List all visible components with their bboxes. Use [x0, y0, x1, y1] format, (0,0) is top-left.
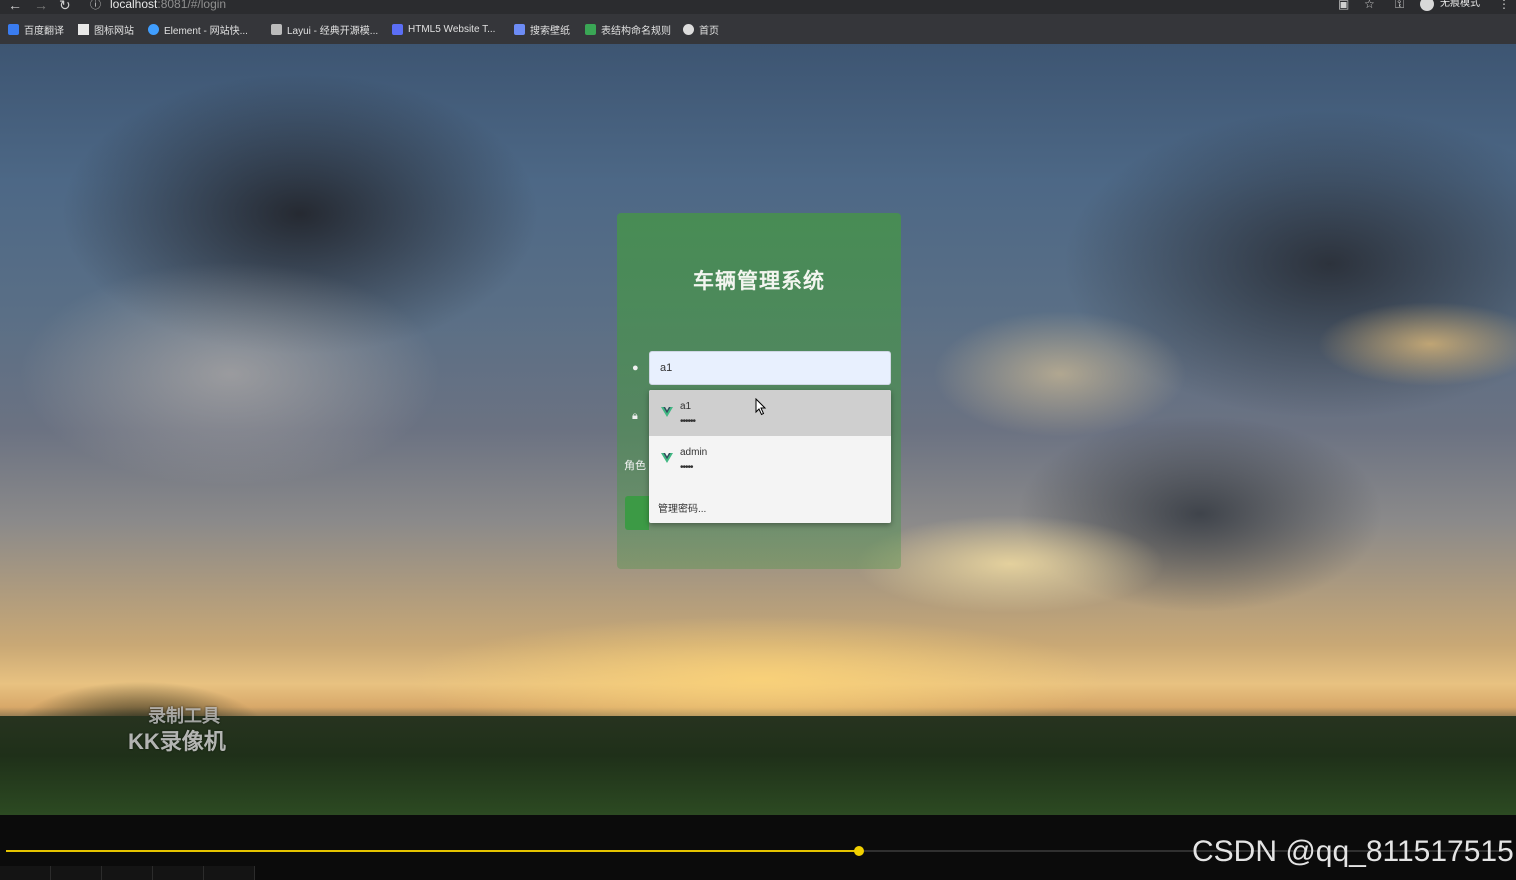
- forward-icon[interactable]: →: [34, 0, 48, 13]
- manage-passwords-link[interactable]: 管理密码...: [658, 500, 706, 515]
- bookmark-item[interactable]: 首页: [683, 21, 719, 37]
- key-icon[interactable]: ⚿: [1395, 0, 1404, 11]
- forest-horizon: [0, 716, 1516, 815]
- html5-icon: [392, 23, 403, 35]
- bookmark-item[interactable]: 表结构命名规则: [585, 21, 671, 37]
- autofill-password: •••••: [680, 462, 693, 473]
- autofill-username: admin: [680, 447, 708, 458]
- incognito-icon[interactable]: [1420, 0, 1434, 11]
- role-label: 角色: [624, 460, 646, 472]
- player-control-button[interactable]: [51, 866, 102, 880]
- vue-logo-icon: [661, 407, 673, 417]
- bookmark-label: Element - 网站快...: [164, 25, 248, 37]
- player-control-button[interactable]: [153, 866, 204, 880]
- star-icon[interactable]: ☆: [1364, 0, 1375, 11]
- layui-icon: [271, 23, 282, 35]
- menu-icon[interactable]: ⋮: [1498, 0, 1510, 11]
- bookmark-label: 搜索壁纸: [530, 25, 570, 37]
- bookmark-item[interactable]: Layui - 经典开源模...: [271, 21, 378, 37]
- browser-toolbar: ← → ↻ ⓘ localhost:8081/#/login ▣ ☆ ⚿ 无痕模…: [0, 0, 1516, 14]
- video-player-bar: CSDN @qq_811517515: [0, 815, 1516, 880]
- seek-progress: [6, 850, 859, 852]
- page-title: 车辆管理系统: [693, 270, 825, 293]
- bookmark-label: HTML5 Website T...: [408, 23, 496, 35]
- autofill-username: a1: [680, 401, 692, 412]
- credit-watermark: CSDN @qq_811517515: [1192, 835, 1514, 868]
- login-button[interactable]: [625, 496, 649, 530]
- lock-icon: 🔒︎: [632, 410, 638, 422]
- bookmark-label: 表结构命名规则: [601, 25, 671, 37]
- seek-thumb[interactable]: [854, 846, 864, 856]
- bookmark-label: 首页: [699, 25, 719, 37]
- vue-logo-icon: [661, 453, 673, 463]
- url-host: localhost: [110, 0, 158, 11]
- autofill-password: ••••••: [680, 416, 696, 427]
- address-bar[interactable]: localhost:8081/#/login: [110, 0, 226, 11]
- bookmark-item[interactable]: Element - 网站快...: [148, 21, 248, 37]
- player-control-button[interactable]: [102, 866, 153, 880]
- player-control-button[interactable]: [204, 866, 255, 880]
- back-icon[interactable]: ←: [8, 0, 22, 13]
- player-controls: [0, 866, 260, 880]
- bookmark-item[interactable]: HTML5 Website T...: [392, 21, 495, 37]
- bookmark-item[interactable]: 搜索壁纸: [514, 21, 570, 37]
- url-path: :8081/#/login: [157, 0, 227, 11]
- globe-icon: [683, 23, 694, 35]
- flag-icon: [78, 23, 89, 35]
- autofill-dropdown: a1 •••••• admin ••••• 管理密码...: [649, 390, 891, 523]
- watermark-line2: KK录像机: [128, 729, 226, 754]
- element-icon: [148, 23, 159, 35]
- autofill-item[interactable]: a1 ••••••: [649, 390, 891, 436]
- bookmarks-bar: 百度翻译 图标网站 Element - 网站快... Layui - 经典开源模…: [0, 14, 1516, 44]
- bookmark-item[interactable]: 百度翻译: [8, 21, 64, 37]
- user-icon: ●: [632, 362, 639, 374]
- bookmark-label: 图标网站: [94, 25, 134, 37]
- bookmark-item[interactable]: 图标网站: [78, 21, 134, 37]
- incognito-label: 无痕模式: [1440, 0, 1480, 9]
- translate-page-icon[interactable]: ▣: [1338, 0, 1349, 11]
- bookmark-label: Layui - 经典开源模...: [287, 25, 379, 37]
- info-icon[interactable]: ⓘ: [90, 0, 101, 13]
- reload-icon[interactable]: ↻: [59, 0, 71, 13]
- wallpaper-icon: [514, 23, 525, 35]
- mouse-cursor-icon: [755, 398, 767, 416]
- username-input[interactable]: [649, 351, 891, 385]
- player-control-button[interactable]: [0, 866, 51, 880]
- bookmark-label: 百度翻译: [24, 25, 64, 37]
- translate-icon: [8, 23, 19, 35]
- table-icon: [585, 23, 596, 35]
- autofill-item[interactable]: admin •••••: [649, 436, 891, 482]
